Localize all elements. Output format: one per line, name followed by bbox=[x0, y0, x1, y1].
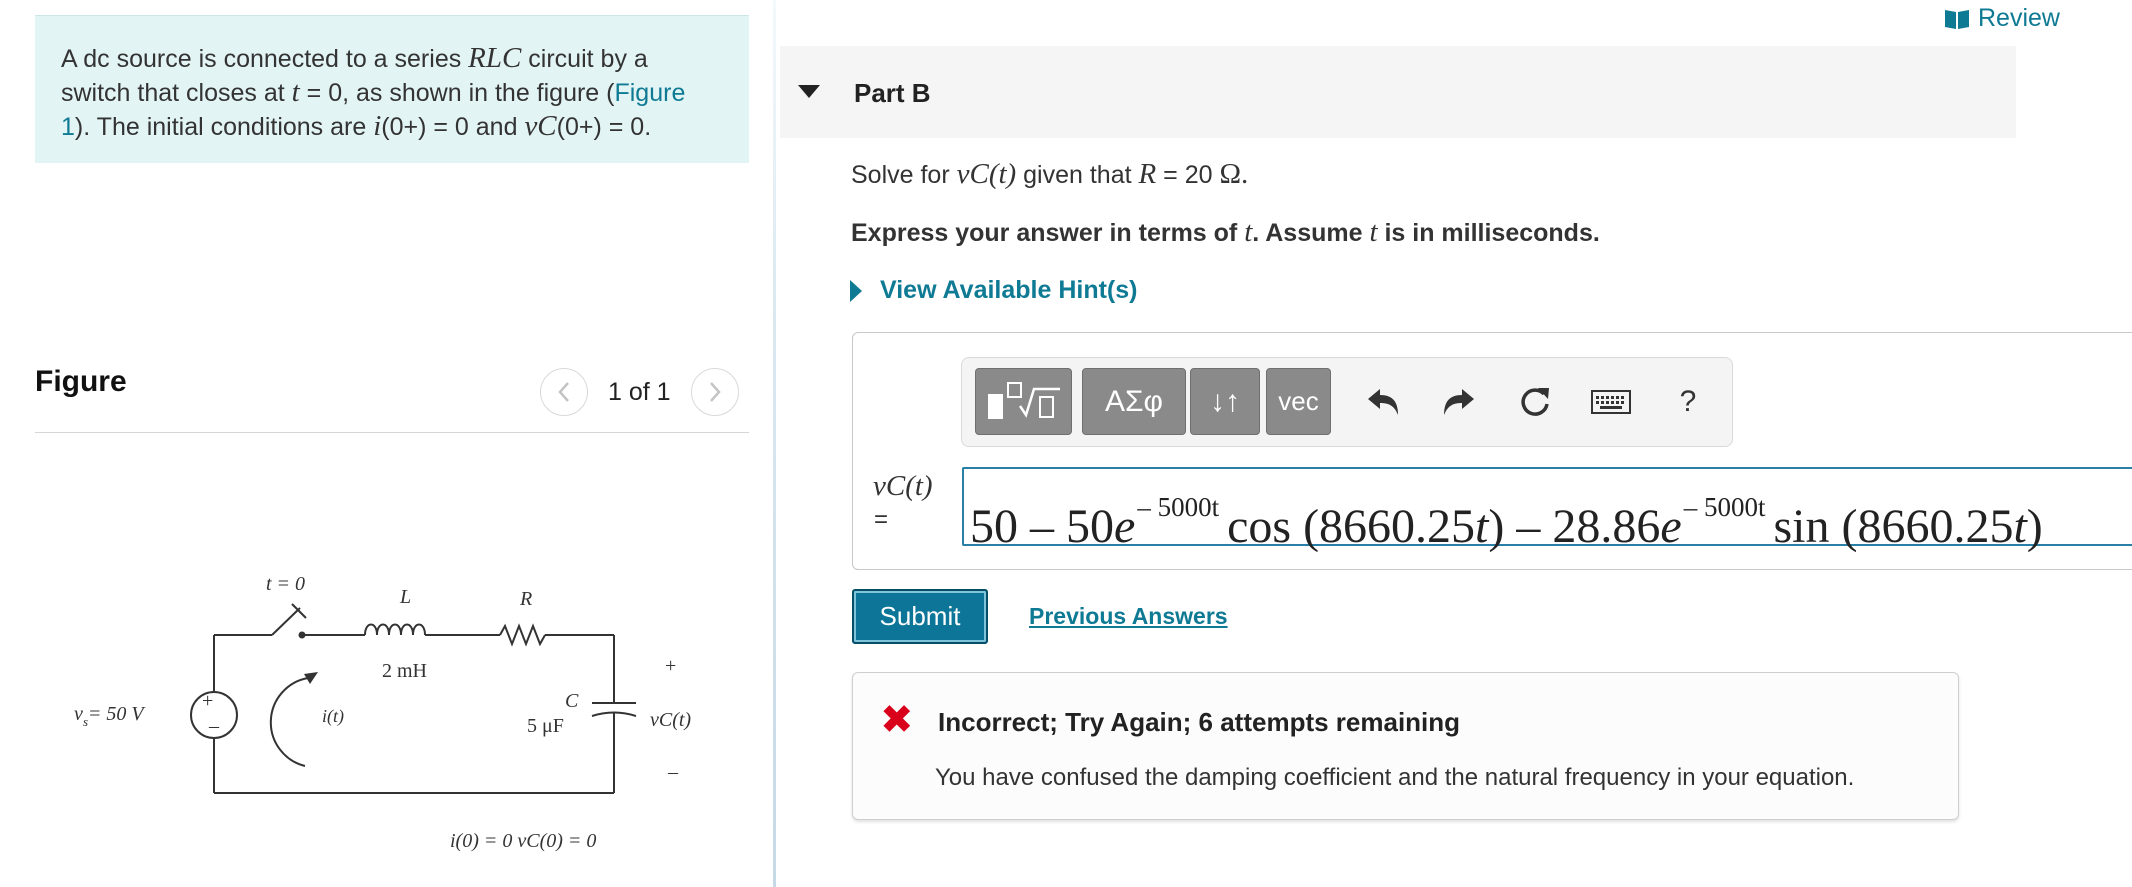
greek-symbols-button[interactable]: ΑΣφ bbox=[1082, 368, 1186, 435]
source-label-sub: s bbox=[83, 714, 88, 729]
view-hints-link[interactable]: View Available Hint(s) bbox=[850, 276, 1137, 305]
book-icon bbox=[1945, 9, 1969, 29]
part-title[interactable]: Part B bbox=[854, 78, 931, 109]
expr-e: e bbox=[1660, 500, 1682, 553]
t-symbol: t bbox=[291, 76, 300, 108]
vc-minus: – bbox=[667, 761, 679, 783]
instruction-part: Express your answer in terms of bbox=[851, 219, 1245, 247]
intro-text: A dc source is connected to a series bbox=[61, 45, 469, 73]
problem-panel: A dc source is connected to a series RLC… bbox=[0, 0, 776, 887]
reset-icon bbox=[1521, 388, 1549, 416]
figure-pager: 1 of 1 bbox=[540, 368, 739, 416]
question-text: Solve for vC(t) given that R = 20 Ω. bbox=[851, 158, 1248, 191]
vc-symbol: vC bbox=[524, 110, 557, 142]
vector-button[interactable]: vec bbox=[1266, 368, 1331, 435]
expr-part: 50 – 50 bbox=[970, 500, 1114, 553]
instruction-part: is in milliseconds. bbox=[1377, 219, 1600, 247]
answer-variable-label: vC(t) bbox=[873, 470, 933, 502]
panel-divider bbox=[773, 0, 776, 887]
chevron-right-icon bbox=[709, 382, 721, 402]
switch-label: t = 0 bbox=[266, 573, 305, 595]
inductor-value: 2 mH bbox=[382, 660, 427, 682]
intro-text: circuit by a bbox=[521, 45, 648, 73]
capacitor-label: C bbox=[565, 690, 579, 712]
redo-icon bbox=[1444, 389, 1474, 415]
expr-t: t bbox=[2013, 500, 2027, 553]
vc-label: vC(t) bbox=[650, 709, 691, 731]
review-link[interactable]: Review bbox=[1944, 4, 2060, 33]
x-icon: ✖ bbox=[880, 698, 914, 742]
keyboard-icon bbox=[1591, 390, 1631, 414]
expr-exponent: – 5000t bbox=[1137, 492, 1220, 522]
part-header[interactable] bbox=[780, 46, 2016, 138]
intro-text: (0+) = 0. bbox=[556, 113, 652, 141]
templates-icon bbox=[987, 381, 1060, 419]
help-button[interactable]: ? bbox=[1673, 378, 1703, 426]
expr-e: e bbox=[1114, 500, 1136, 553]
chevron-left-icon bbox=[558, 382, 569, 402]
r-symbol: R bbox=[1138, 158, 1157, 190]
inductor-label: L bbox=[399, 586, 411, 608]
pager-text: 1 of 1 bbox=[608, 377, 671, 406]
figure-title: Figure bbox=[35, 365, 127, 398]
source-minus: – bbox=[208, 715, 220, 737]
caret-right-icon bbox=[850, 279, 862, 302]
next-figure-button[interactable] bbox=[690, 368, 739, 416]
submit-button[interactable]: Submit bbox=[852, 589, 988, 644]
review-label: Review bbox=[1978, 4, 2060, 32]
vc-symbol: vC(t) bbox=[956, 158, 1017, 190]
answer-equals: = bbox=[874, 506, 889, 533]
answer-expression[interactable]: 50 – 50e– 5000t cos (8660.25t) – 28.86e– … bbox=[970, 474, 2043, 560]
rlc-symbol: RLC bbox=[468, 42, 522, 74]
intro-text: switch that closes at bbox=[61, 79, 292, 107]
feedback-panel bbox=[852, 672, 1959, 820]
expr-part: ) bbox=[2026, 500, 2043, 553]
caret-down-icon[interactable] bbox=[798, 85, 820, 98]
ohm-unit: Ω. bbox=[1219, 158, 1249, 190]
prev-figure-button[interactable] bbox=[540, 368, 588, 416]
problem-statement: A dc source is connected to a series RLC… bbox=[35, 15, 749, 163]
rlc-circuit-diagram: + – v = 50 V s t = 0 L 2 mH R C 5 μF i(t… bbox=[74, 573, 691, 852]
initial-conditions: i(0) = 0 vC(0) = 0 bbox=[450, 830, 596, 852]
previous-answers-link[interactable]: Previous Answers bbox=[1029, 603, 1228, 630]
redo-button[interactable] bbox=[1439, 378, 1479, 426]
resistor-label: R bbox=[519, 588, 532, 610]
capacitor-value: 5 μF bbox=[527, 715, 564, 737]
undo-icon bbox=[1368, 389, 1398, 415]
undo-button[interactable] bbox=[1363, 378, 1403, 426]
reset-button[interactable] bbox=[1515, 378, 1555, 426]
current-label: i(t) bbox=[322, 706, 344, 727]
intro-text: (0+) = 0 and bbox=[381, 113, 525, 141]
hint-label: View Available Hint(s) bbox=[880, 276, 1138, 304]
expr-part: ) – 28.86 bbox=[1488, 500, 1661, 553]
vc-plus: + bbox=[665, 655, 676, 677]
expr-t: t bbox=[1475, 500, 1489, 553]
keyboard-button[interactable] bbox=[1589, 378, 1633, 426]
instruction-text: Express your answer in terms of t. Assum… bbox=[851, 216, 1600, 249]
feedback-message: You have confused the damping coefficien… bbox=[935, 764, 1855, 791]
source-plus: + bbox=[202, 690, 213, 712]
figure-divider bbox=[35, 432, 749, 433]
figure-link[interactable]: 1 bbox=[61, 113, 75, 141]
templates-button[interactable] bbox=[975, 368, 1072, 435]
t-symbol: t bbox=[1369, 216, 1378, 248]
expr-exponent: – 5000t bbox=[1683, 492, 1766, 522]
question-part: Solve for bbox=[851, 161, 957, 189]
expr-part: sin (8660.25 bbox=[1773, 500, 2014, 553]
intro-text: ). The initial conditions are bbox=[74, 113, 374, 141]
question-part: = 20 bbox=[1156, 161, 1220, 189]
subscript-superscript-button[interactable]: ↓↑ bbox=[1190, 368, 1260, 435]
question-part: given that bbox=[1016, 161, 1139, 189]
intro-text: = 0, as shown in the figure ( bbox=[299, 79, 615, 107]
figure-link[interactable]: Figure bbox=[614, 79, 685, 107]
expr-part: cos (8660.25 bbox=[1227, 500, 1476, 553]
instruction-part: . Assume bbox=[1252, 219, 1370, 247]
feedback-title: Incorrect; Try Again; 6 attempts remaini… bbox=[938, 707, 1461, 737]
